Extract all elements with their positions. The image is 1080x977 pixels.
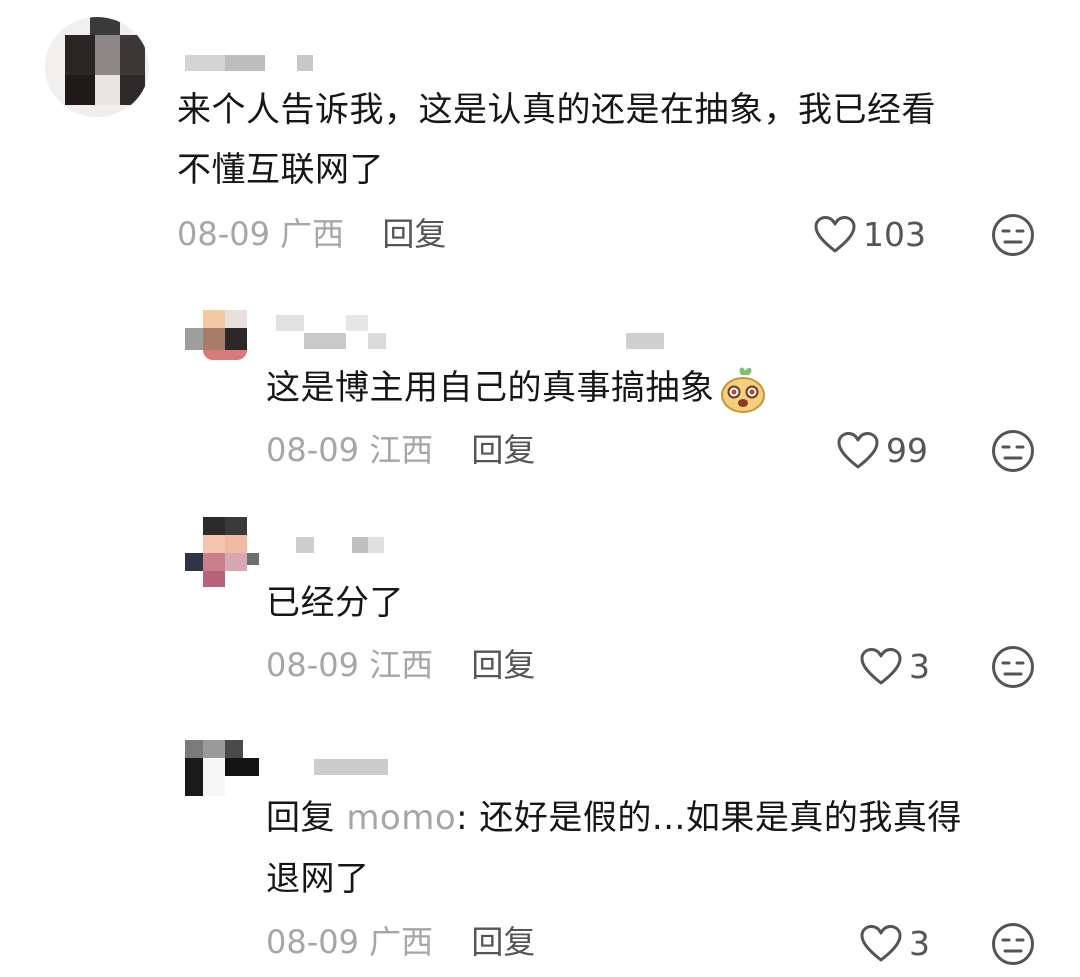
meh-face-icon[interactable] <box>991 213 1035 257</box>
like-count: 99 <box>886 431 928 470</box>
comment-date: 08-09 <box>266 923 359 961</box>
reply-button[interactable]: 回复 <box>471 646 535 684</box>
comment-meta: 08-09 广西 回复 <box>177 214 446 254</box>
like-count: 3 <box>909 924 930 963</box>
comment-meta: 08-09 江西 回复 <box>266 430 535 470</box>
reply-prefix: 回复 <box>266 798 335 838</box>
avatar[interactable] <box>185 517 259 587</box>
heart-outline-icon <box>860 648 902 685</box>
avatar[interactable] <box>45 17 149 117</box>
meh-face-icon[interactable] <box>991 429 1035 473</box>
comment-date: 08-09 <box>266 646 359 684</box>
comment-location: 广西 <box>369 923 434 961</box>
like-button[interactable]: 99 <box>836 431 928 471</box>
like-button[interactable]: 3 <box>859 647 930 687</box>
meh-face-icon[interactable] <box>991 645 1035 689</box>
heart-outline-icon <box>814 216 856 253</box>
comment-text: 这是博主用自己的真事搞抽象 <box>266 357 767 419</box>
comment-text: 不懂互联网了 <box>177 150 384 190</box>
mention-link[interactable]: momo <box>346 798 456 838</box>
like-count: 103 <box>863 215 926 254</box>
laughing-mascot-emoji <box>720 367 765 413</box>
comment-location: 江西 <box>369 431 434 469</box>
reply-button[interactable]: 回复 <box>471 431 535 469</box>
like-button[interactable]: 3 <box>859 924 930 964</box>
comment-text: 来个人告诉我，这是认真的还是在抽象，我已经看 <box>177 90 936 130</box>
like-count: 3 <box>909 647 930 686</box>
heart-outline-icon <box>860 925 902 962</box>
like-button[interactable]: 103 <box>813 215 926 255</box>
comment-text: 退网了 <box>266 859 370 899</box>
comment-text: 回复 momo: 还好是假的...如果是真的我真得 <box>266 798 962 838</box>
avatar[interactable] <box>185 740 259 796</box>
comment-meta: 08-09 广西 回复 <box>266 922 535 962</box>
meh-face-icon[interactable] <box>991 922 1035 966</box>
comment-meta: 08-09 江西 回复 <box>266 645 535 685</box>
comment-location: 广西 <box>280 215 345 253</box>
comment-text: 已经分了 <box>266 583 404 623</box>
comment-date: 08-09 <box>177 215 270 253</box>
comment-location: 江西 <box>369 646 434 684</box>
reply-button[interactable]: 回复 <box>382 215 446 253</box>
reply-button[interactable]: 回复 <box>471 923 535 961</box>
comment-date: 08-09 <box>266 431 359 469</box>
heart-outline-icon <box>837 432 879 469</box>
avatar[interactable] <box>185 310 259 360</box>
